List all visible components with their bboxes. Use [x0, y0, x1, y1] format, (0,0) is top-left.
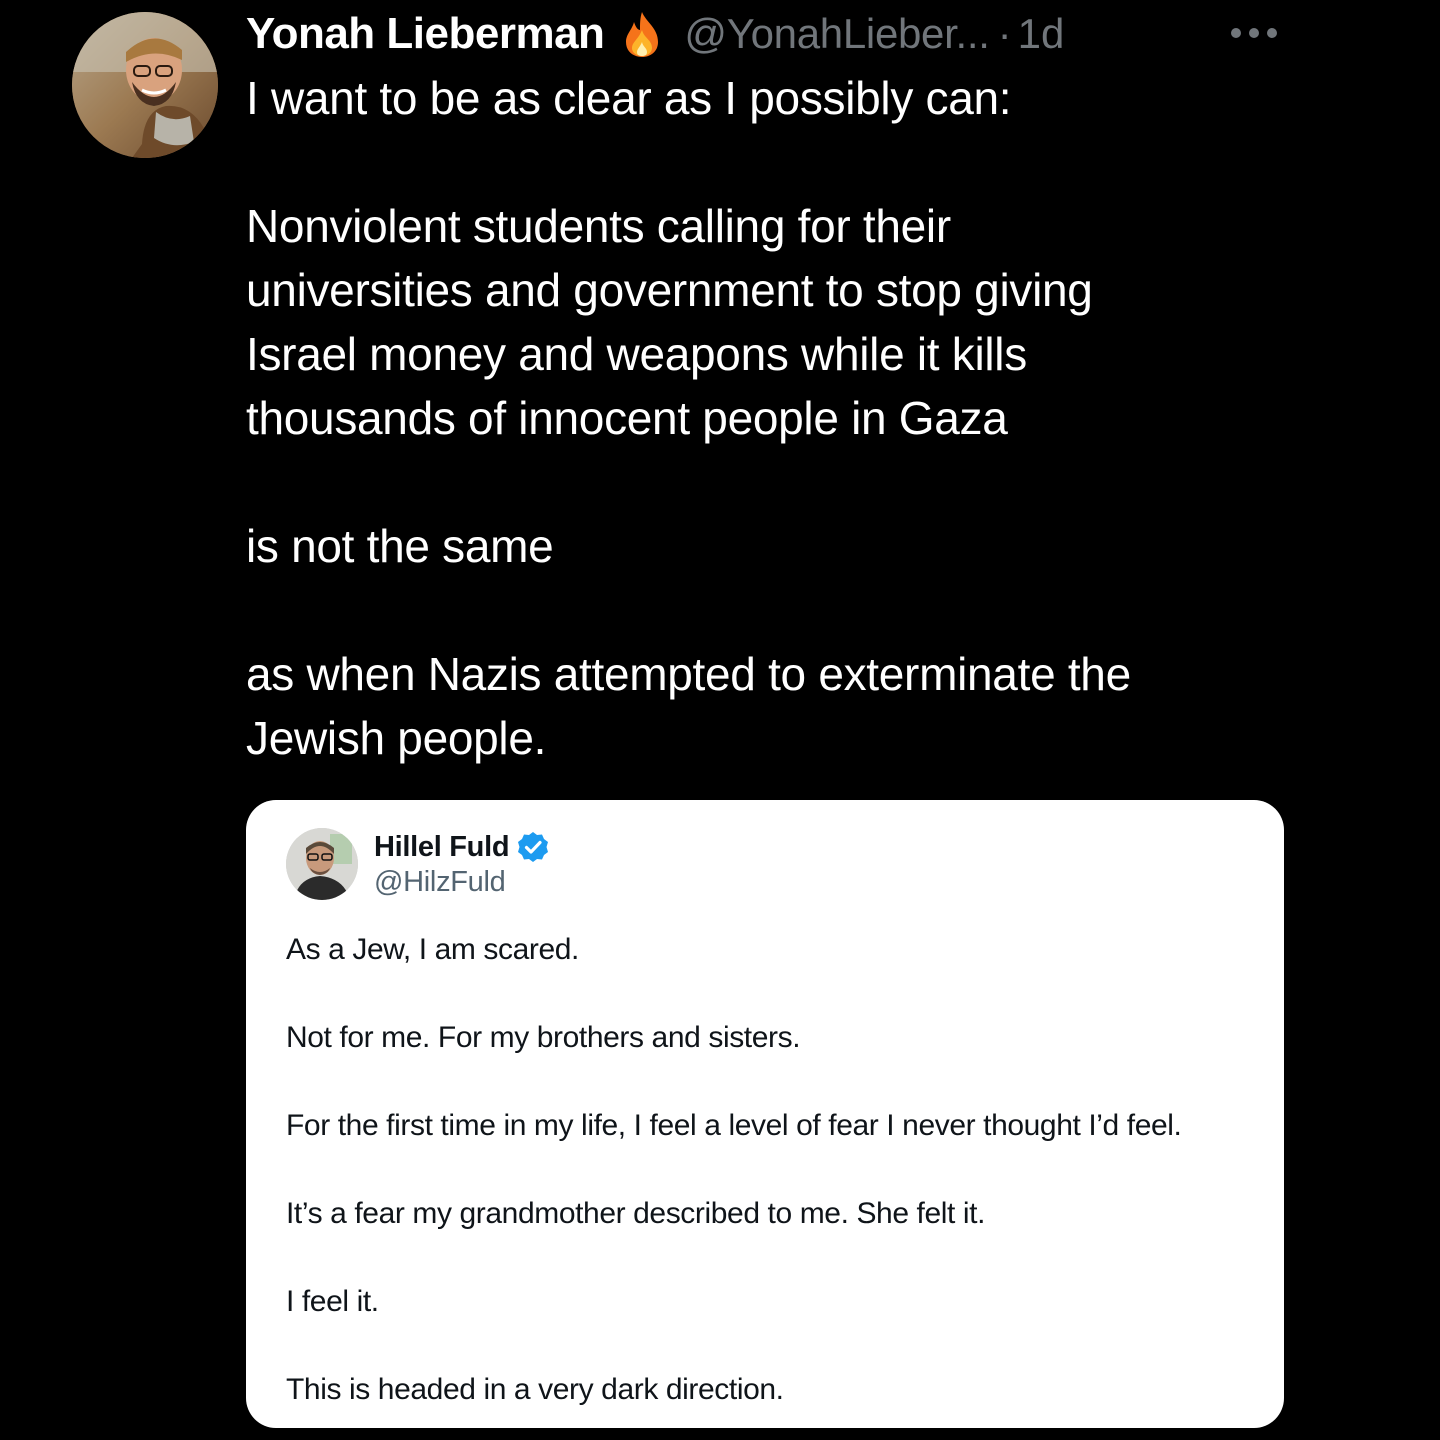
tweet-header: Yonah Lieberman @YonahLieber... · 1d — [246, 8, 1064, 60]
fire-icon — [622, 10, 662, 58]
tweet-text-line: is not the same — [246, 520, 554, 572]
tweet-text-line: Israel money and weapons while it kills — [246, 328, 1027, 380]
quoted-author-avatar-image — [286, 828, 358, 900]
quoted-paragraph: This is headed in a very dark direction. — [286, 1373, 784, 1406]
tweet-timestamp[interactable]: 1d — [1018, 10, 1065, 58]
author-avatar-image — [72, 12, 218, 158]
author-handle[interactable]: @YonahLieber... — [684, 10, 989, 58]
quoted-paragraph: As a Jew, I am scared. — [286, 933, 579, 966]
tweet[interactable]: Yonah Lieberman @YonahLieber... · 1d I w… — [0, 0, 1440, 1440]
tweet-text-line: Nonviolent students calling for their — [246, 200, 951, 252]
quoted-paragraph: I feel it. — [286, 1285, 379, 1318]
tweet-text: I want to be as clear as I possibly can:… — [246, 66, 1306, 770]
quoted-author-avatar[interactable] — [286, 828, 358, 900]
quoted-author-handle[interactable]: @HilzFuld — [374, 866, 506, 899]
tweet-text-line: I want to be as clear as I possibly can: — [246, 72, 1012, 124]
more-horizontal-icon[interactable] — [1228, 22, 1280, 44]
separator-dot: · — [997, 10, 1012, 57]
tweet-text-line: universities and government to stop givi… — [246, 264, 1093, 316]
verified-badge-icon — [517, 831, 549, 863]
quoted-paragraph: It’s a fear my grandmother described to … — [286, 1197, 986, 1230]
quoted-tweet-card[interactable]: Hillel Fuld @HilzFuld As a Jew, I am sca… — [246, 800, 1284, 1428]
tweet-text-line: as when Nazis attempted to exterminate t… — [246, 648, 1131, 700]
quoted-paragraph: Not for me. For my brothers and sisters. — [286, 1021, 801, 1054]
tweet-text-line: thousands of innocent people in Gaza — [246, 392, 1008, 444]
quoted-paragraph: For the first time in my life, I feel a … — [286, 1109, 1182, 1142]
tweet-text-line: Jewish people. — [246, 712, 547, 764]
quoted-tweet-text: As a Jew, I am scared. Not for me. For m… — [286, 928, 1276, 1412]
author-avatar[interactable] — [72, 12, 218, 158]
quoted-author-name[interactable]: Hillel Fuld — [374, 831, 510, 864]
author-name[interactable]: Yonah Lieberman — [246, 9, 605, 59]
quoted-header: Hillel Fuld — [374, 828, 549, 866]
